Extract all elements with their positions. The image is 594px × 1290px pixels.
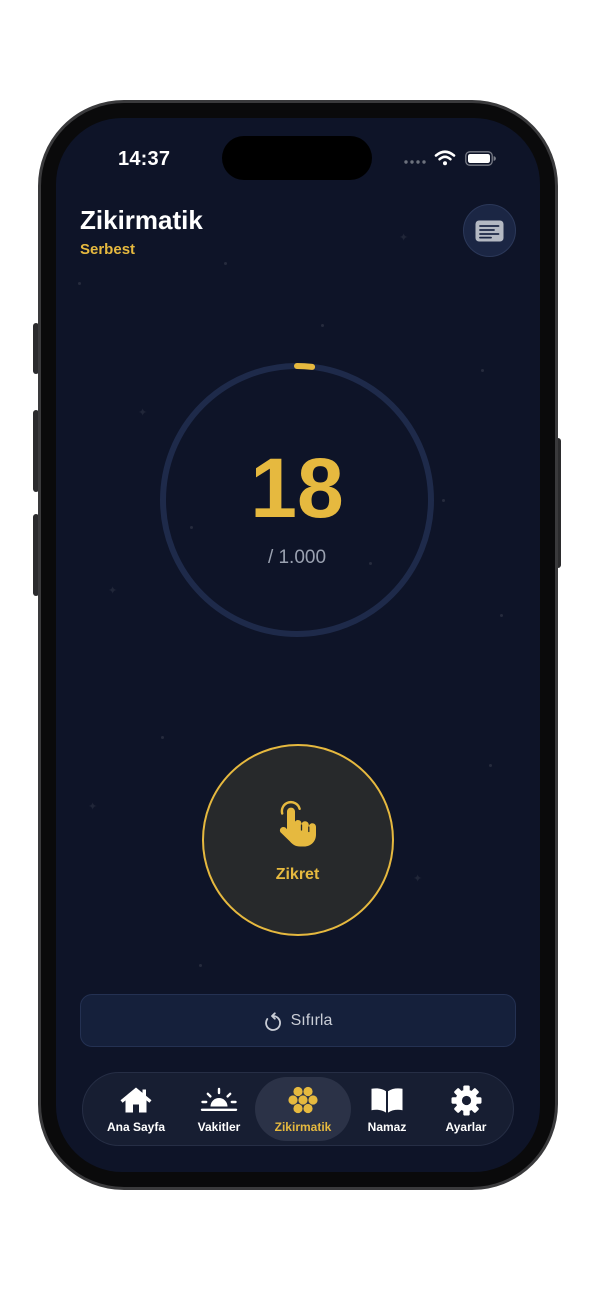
counter-value: 18 [250, 441, 344, 535]
counter-target: / 1.000 [267, 547, 327, 568]
star-decoration [199, 964, 202, 967]
star-decoration [321, 324, 324, 327]
star-decoration [224, 262, 227, 265]
beads-icon [288, 1086, 318, 1114]
dhikr-list-button[interactable] [463, 204, 516, 257]
house-icon [120, 1087, 152, 1113]
reset-button[interactable]: Sıfırla [80, 994, 516, 1047]
mode-subtitle: Serbest [80, 241, 136, 258]
tab-label: Ayarlar [445, 1120, 487, 1134]
tab-vakitler[interactable]: Vakitler [171, 1077, 267, 1141]
reset-label: Sıfırla [290, 1011, 333, 1029]
tab-label: Vakitler [197, 1120, 241, 1134]
app-screen: ✦ ✦ ✦ ✦ ✦ ✦ 14:37 Zikirmatik Serbest [56, 118, 540, 1172]
star-decoration [500, 614, 503, 617]
star-decoration: ✦ [88, 800, 98, 813]
tab-ana-sayfa[interactable]: Ana Sayfa [88, 1077, 184, 1141]
tab-label: Zikirmatik [274, 1120, 332, 1134]
star-decoration [481, 369, 484, 372]
gear-icon [451, 1085, 481, 1115]
star-decoration: ✦ [108, 584, 118, 597]
reset-icon [264, 1011, 281, 1031]
star-decoration [489, 764, 492, 767]
tab-bar: Ana Sayfa Vakitler Zikirmatik Namaz Ayar… [82, 1072, 514, 1146]
star-decoration: ✦ [138, 406, 148, 419]
tab-zikirmatik[interactable]: Zikirmatik [255, 1077, 351, 1141]
zikret-button[interactable]: Zikret [202, 744, 394, 936]
hand-tap-icon [279, 800, 316, 847]
zikret-label: Zikret [275, 866, 320, 883]
star-decoration [442, 499, 445, 502]
sunrise-icon [200, 1087, 238, 1111]
list-icon [475, 220, 504, 241]
tab-label: Ana Sayfa [106, 1120, 166, 1134]
signal-dots-icon [404, 160, 426, 164]
tab-ayarlar[interactable]: Ayarlar [418, 1077, 514, 1141]
dynamic-island [222, 136, 372, 180]
star-decoration [78, 282, 81, 285]
star-decoration: ✦ [399, 231, 409, 244]
star-decoration [161, 736, 164, 739]
star-decoration: ✦ [413, 872, 423, 885]
status-time: 14:37 [118, 148, 171, 170]
wifi-icon [434, 150, 456, 166]
page-title: Zikirmatik [80, 205, 203, 235]
book-icon [371, 1087, 403, 1113]
battery-icon [465, 151, 496, 166]
